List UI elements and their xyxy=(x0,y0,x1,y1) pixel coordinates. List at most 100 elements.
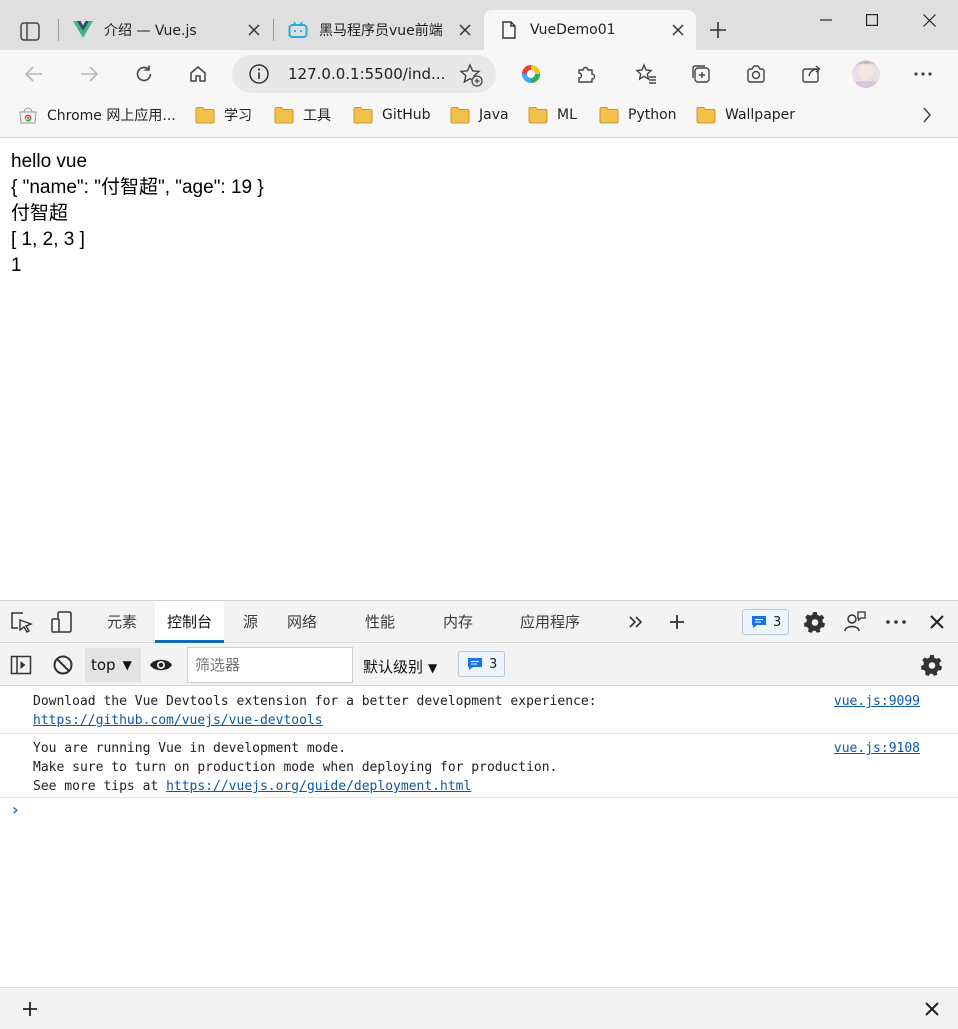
chevron-double-right-icon xyxy=(629,616,643,628)
bookmark-folder-tools[interactable]: 工具 xyxy=(274,104,331,126)
bookmark-folder-study[interactable]: 学习 xyxy=(195,104,252,126)
bookmark-folder-java[interactable]: Java xyxy=(450,104,509,126)
console-message: Download the Vue Devtools extension for … xyxy=(0,687,958,734)
source-link[interactable]: vue.js:9099 xyxy=(834,692,920,711)
folder-icon xyxy=(450,107,470,124)
source-link[interactable]: vue.js:9108 xyxy=(834,739,920,758)
avatar xyxy=(852,60,880,88)
url-text[interactable]: 127.0.0.1:5500/ind... xyxy=(288,65,445,83)
bookmark-folder-ml[interactable]: ML xyxy=(528,104,577,126)
forward-button[interactable] xyxy=(73,58,105,90)
bookmark-label: GitHub xyxy=(382,107,431,123)
favorites-button[interactable] xyxy=(630,58,662,90)
collections-icon xyxy=(692,65,710,83)
device-emulation-button[interactable] xyxy=(50,610,74,634)
tab-actions-button[interactable] xyxy=(10,14,50,48)
home-button[interactable] xyxy=(182,58,214,90)
console-prompt[interactable]: › xyxy=(12,800,19,819)
tab-network[interactable]: 网络 xyxy=(287,601,317,643)
message-text: Download the Vue Devtools extension for … xyxy=(33,694,597,709)
bookmark-chrome-webstore[interactable]: Chrome 网上应用... xyxy=(18,104,176,126)
close-window-button[interactable] xyxy=(906,0,952,40)
tab-close-button[interactable] xyxy=(240,16,268,44)
devtools-repo-link[interactable]: https://github.com/vuejs/vue-devtools xyxy=(33,713,323,728)
more-tabs-button[interactable] xyxy=(624,610,648,634)
tab-elements[interactable]: 元素 xyxy=(107,601,137,643)
bookmark-folder-wallpaper[interactable]: Wallpaper xyxy=(696,104,795,126)
bookmarks-overflow-button[interactable] xyxy=(914,104,940,126)
info-icon[interactable] xyxy=(248,63,270,85)
address-bar[interactable]: 127.0.0.1:5500/ind... xyxy=(232,55,496,93)
minimize-button[interactable] xyxy=(803,0,849,40)
folder-icon xyxy=(353,107,373,124)
device-icon xyxy=(51,611,72,633)
console-messages-badge[interactable]: 3 xyxy=(742,609,790,635)
extensions-button[interactable] xyxy=(570,58,602,90)
clear-console-button[interactable] xyxy=(51,653,75,677)
extension-icon xyxy=(522,65,540,83)
log-levels-dropdown[interactable]: 默认级别 ▼ xyxy=(363,656,437,677)
toggle-sidebar-button[interactable] xyxy=(9,653,33,677)
gear-icon xyxy=(921,655,942,676)
bookmark-folder-python[interactable]: Python xyxy=(599,104,677,126)
inspect-element-button[interactable] xyxy=(9,610,33,634)
tab-memory[interactable]: 内存 xyxy=(443,601,473,643)
navigation-toolbar: 127.0.0.1:5500/ind... xyxy=(0,50,958,98)
minimize-icon xyxy=(820,19,832,21)
more-icon xyxy=(886,620,906,624)
issues-badge[interactable]: 3 xyxy=(458,651,506,677)
output-line-object: { "name": "付智超", "age": 19 } xyxy=(11,177,264,198)
more-icon xyxy=(914,72,932,76)
deployment-guide-link[interactable]: https://vuejs.org/guide/deployment.html xyxy=(166,779,471,794)
tab-heima-vue[interactable]: 黑马程序员vue前端 xyxy=(273,10,483,50)
maximize-button[interactable] xyxy=(849,0,895,40)
back-arrow-icon xyxy=(24,66,42,82)
output-line-array: [ 1, 2, 3 ] xyxy=(11,229,85,250)
context-selector[interactable]: top ▼ xyxy=(85,648,141,682)
message-bubble-icon xyxy=(468,658,482,670)
web-capture-button[interactable] xyxy=(740,58,772,90)
message-bubble-icon xyxy=(752,616,766,628)
filter-input[interactable] xyxy=(187,647,353,683)
share-button[interactable] xyxy=(795,58,827,90)
close-icon[interactable] xyxy=(920,997,944,1021)
tab-vue-intro[interactable]: 介绍 — Vue.js xyxy=(58,10,272,50)
add-favorite-icon[interactable] xyxy=(459,63,483,87)
tab-close-button[interactable] xyxy=(451,16,479,44)
output-line-name: 付智超 xyxy=(11,203,69,224)
bookmark-label: ML xyxy=(557,107,577,123)
collections-button[interactable] xyxy=(685,58,717,90)
profile-button[interactable] xyxy=(850,58,882,90)
close-devtools-button[interactable] xyxy=(925,610,949,634)
bookmark-label: Chrome 网上应用... xyxy=(47,108,176,124)
tab-console[interactable]: 控制台 xyxy=(155,601,225,643)
plus-icon[interactable] xyxy=(18,997,42,1021)
refresh-icon xyxy=(136,65,152,82)
clear-icon xyxy=(53,655,73,675)
console-settings-button[interactable] xyxy=(920,653,944,677)
tab-performance[interactable]: 性能 xyxy=(365,601,395,643)
devtools-panel: 元素 控制台 源 网络 性能 内存 应用程序 3 top ▼ 筛选器 默认级别 … xyxy=(0,600,958,1029)
add-tool-button[interactable] xyxy=(665,610,689,634)
bookmark-folder-github[interactable]: GitHub xyxy=(353,104,431,126)
page-icon xyxy=(498,19,520,41)
output-line-number: 1 xyxy=(11,255,22,276)
feedback-button[interactable] xyxy=(843,610,867,634)
browser-window: 介绍 — Vue.js 黑马程序员vue前端 VueDemo01 127.0.0… xyxy=(0,0,958,1029)
live-expression-button[interactable] xyxy=(149,653,173,677)
reload-button[interactable] xyxy=(128,58,160,90)
devtools-more-button[interactable] xyxy=(884,610,908,634)
maximize-icon xyxy=(866,14,878,26)
chrome-webstore-icon xyxy=(19,107,37,124)
tab-sources[interactable]: 源 xyxy=(243,601,258,643)
new-tab-button[interactable] xyxy=(704,16,732,44)
extension-colorful-button[interactable] xyxy=(515,58,547,90)
tab-vuedemo01[interactable]: VueDemo01 xyxy=(484,10,696,50)
tab-close-button[interactable] xyxy=(664,16,692,44)
folder-icon xyxy=(195,107,215,124)
settings-more-button[interactable] xyxy=(907,58,939,90)
devtools-settings-button[interactable] xyxy=(803,610,827,634)
tab-application[interactable]: 应用程序 xyxy=(520,601,580,643)
folder-icon xyxy=(274,107,294,124)
back-button[interactable] xyxy=(18,58,50,90)
